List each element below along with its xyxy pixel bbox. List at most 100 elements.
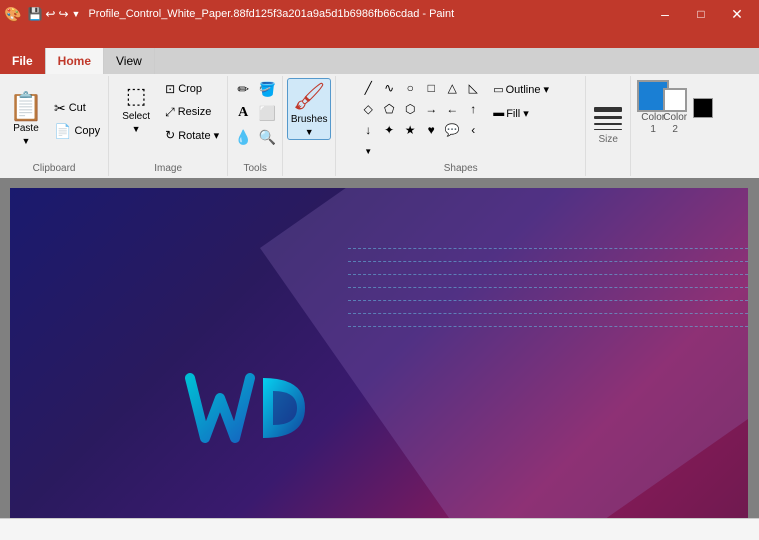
curve-shape[interactable]: ∿ xyxy=(379,78,399,98)
eyedropper-button[interactable]: 💧 xyxy=(232,126,254,148)
outline-label: Outline ▾ xyxy=(506,83,549,96)
select-label: Select xyxy=(122,111,150,122)
shapes-grid: ╱ ∿ ○ □ △ ◺ ◇ ⬠ ⬡ → ← ↑ ↓ ✦ ★ ♥ 💬 xyxy=(358,78,483,161)
color1-label: Color1 xyxy=(641,112,665,136)
dashed-lines xyxy=(348,248,748,327)
minimize-btn[interactable]: – xyxy=(647,0,683,28)
close-btn[interactable]: ✕ xyxy=(719,0,755,28)
clipboard-group: 📋 Paste ▼ ✂ Cut 📄 Copy Clipboard xyxy=(0,76,109,176)
maximize-btn[interactable]: □ xyxy=(683,0,719,28)
color2-swatch[interactable] xyxy=(663,88,687,112)
cut-button[interactable]: ✂ Cut xyxy=(50,97,104,119)
arrow-down-shape[interactable]: ↓ xyxy=(358,120,378,140)
copy-icon: 📄 xyxy=(54,123,71,140)
tools-label: Tools xyxy=(244,163,267,174)
outline-button[interactable]: ▭ Outline ▾ xyxy=(489,78,559,100)
crop-icon: ⊡ xyxy=(165,82,175,96)
magnifier-button[interactable]: 🔍 xyxy=(256,126,278,148)
tab-home[interactable]: Home xyxy=(46,48,104,74)
save-qat-btn[interactable]: 💾 xyxy=(27,7,42,21)
tools-group: ✏ 🪣 A ⬜ 💧 🔍 Tools xyxy=(228,76,283,176)
colors-top: Color1 Color2 xyxy=(637,80,713,136)
diagonal-stripe xyxy=(260,188,748,518)
size-label: Size xyxy=(598,134,617,145)
rotate-label: Rotate ▾ xyxy=(178,129,219,142)
rotate-button[interactable]: ↻ Rotate ▾ xyxy=(161,124,223,146)
colors-group: Color1 Color2 xyxy=(631,76,719,176)
fill-label: Fill ▾ xyxy=(506,107,529,120)
dashed-line-4 xyxy=(348,287,748,288)
image-group: ⬚ Select ▼ ⊡ Crop ⤢ Resize ↻ Rotate xyxy=(109,76,228,176)
chevron-left-shape[interactable]: ‹ xyxy=(463,120,483,140)
canvas-inner xyxy=(10,188,748,518)
size-group: Size xyxy=(586,76,631,176)
hexagon-shape[interactable]: ⬡ xyxy=(400,99,420,119)
resize-button[interactable]: ⤢ Resize xyxy=(161,101,223,123)
dashed-line-3 xyxy=(348,274,748,275)
color2-label: Color2 xyxy=(663,112,687,136)
arrow-right-shape[interactable]: → xyxy=(421,99,441,119)
brushes-content: 🖌 Brushes ▼ xyxy=(287,78,331,161)
ribbon-content: 📋 Paste ▼ ✂ Cut 📄 Copy Clipboard xyxy=(0,74,759,178)
title-row: 🎨 💾 ↩ ↪ ▼ Profile_Control_White_Paper.88… xyxy=(0,0,759,28)
bucket-button[interactable]: 🪣 xyxy=(256,78,278,100)
undo-qat-btn[interactable]: ↩ xyxy=(45,7,55,21)
callout-shape[interactable]: 💬 xyxy=(442,120,462,140)
app-window: 🎨 💾 ↩ ↪ ▼ Profile_Control_White_Paper.88… xyxy=(0,0,759,540)
brushes-dropdown[interactable]: ▼ xyxy=(305,127,314,137)
brushes-button[interactable]: 🖌 Brushes ▼ xyxy=(287,78,331,140)
select-button[interactable]: ⬚ Select ▼ xyxy=(113,78,159,138)
rect-shape[interactable]: □ xyxy=(421,78,441,98)
redo-qat-btn[interactable]: ↪ xyxy=(58,7,68,21)
outline-fill-col: ▭ Outline ▾ ▬ Fill ▾ xyxy=(485,78,563,124)
title-bar-area: 🎨 💾 ↩ ↪ ▼ Profile_Control_White_Paper.88… xyxy=(0,0,759,48)
arrow-up-shape[interactable]: ↑ xyxy=(463,99,483,119)
brushes-icon: 🖌 xyxy=(293,81,326,112)
oval-shape[interactable]: ○ xyxy=(400,78,420,98)
tab-view[interactable]: View xyxy=(104,48,155,74)
tab-file[interactable]: File xyxy=(0,48,46,74)
fill-button[interactable]: ▬ Fill ▾ xyxy=(489,102,559,124)
crop-button[interactable]: ⊡ Crop xyxy=(161,78,223,100)
triangle-shape[interactable]: △ xyxy=(442,78,462,98)
wd-logo xyxy=(185,373,315,453)
shapes-label: Shapes xyxy=(444,163,478,174)
pentagon-shape[interactable]: ⬠ xyxy=(379,99,399,119)
dashed-line-7 xyxy=(348,326,748,327)
paste-button[interactable]: 📋 Paste ▼ xyxy=(4,78,48,161)
heart-shape[interactable]: ♥ xyxy=(421,120,441,140)
line-shape[interactable]: ╱ xyxy=(358,78,378,98)
image-content: ⬚ Select ▼ ⊡ Crop ⤢ Resize ↻ Rotate xyxy=(113,78,223,161)
pencil-button[interactable]: ✏ xyxy=(232,78,254,100)
cut-copy-column: ✂ Cut 📄 Copy xyxy=(50,78,104,161)
more-shapes[interactable]: ▼ xyxy=(358,141,378,161)
qat-dropdown-btn[interactable]: ▼ xyxy=(72,9,81,19)
resize-label: Resize xyxy=(178,106,212,118)
cut-label: Cut xyxy=(69,102,86,114)
paste-icon: 📋 xyxy=(9,93,44,121)
status-bar xyxy=(0,518,759,540)
app-icon: 🎨 xyxy=(4,6,21,23)
eraser-button[interactable]: ⬜ xyxy=(256,102,278,124)
star5-shape[interactable]: ★ xyxy=(400,120,420,140)
copy-button[interactable]: 📄 Copy xyxy=(50,120,104,142)
paste-dropdown-arrow[interactable]: ▼ xyxy=(22,136,31,146)
fill-icon: ▬ xyxy=(493,107,504,119)
black-swatch[interactable] xyxy=(693,98,713,118)
text-button[interactable]: A xyxy=(232,102,254,124)
diamond-shape[interactable]: ◇ xyxy=(358,99,378,119)
size-line-1[interactable] xyxy=(594,107,622,112)
size-line-2[interactable] xyxy=(594,116,622,119)
dashed-line-5 xyxy=(348,300,748,301)
dashed-line-2 xyxy=(348,261,748,262)
arrow-left-shape[interactable]: ← xyxy=(442,99,462,119)
right-triangle-shape[interactable]: ◺ xyxy=(463,78,483,98)
image-label: Image xyxy=(154,163,182,174)
canvas-area[interactable] xyxy=(0,178,759,518)
cut-icon: ✂ xyxy=(54,100,66,117)
star4-shape[interactable]: ✦ xyxy=(379,120,399,140)
size-line-3[interactable] xyxy=(594,123,622,125)
brushes-group: 🖌 Brushes ▼ - xyxy=(283,76,336,176)
select-dropdown[interactable]: ▼ xyxy=(132,124,141,134)
size-line-4[interactable] xyxy=(594,129,622,130)
